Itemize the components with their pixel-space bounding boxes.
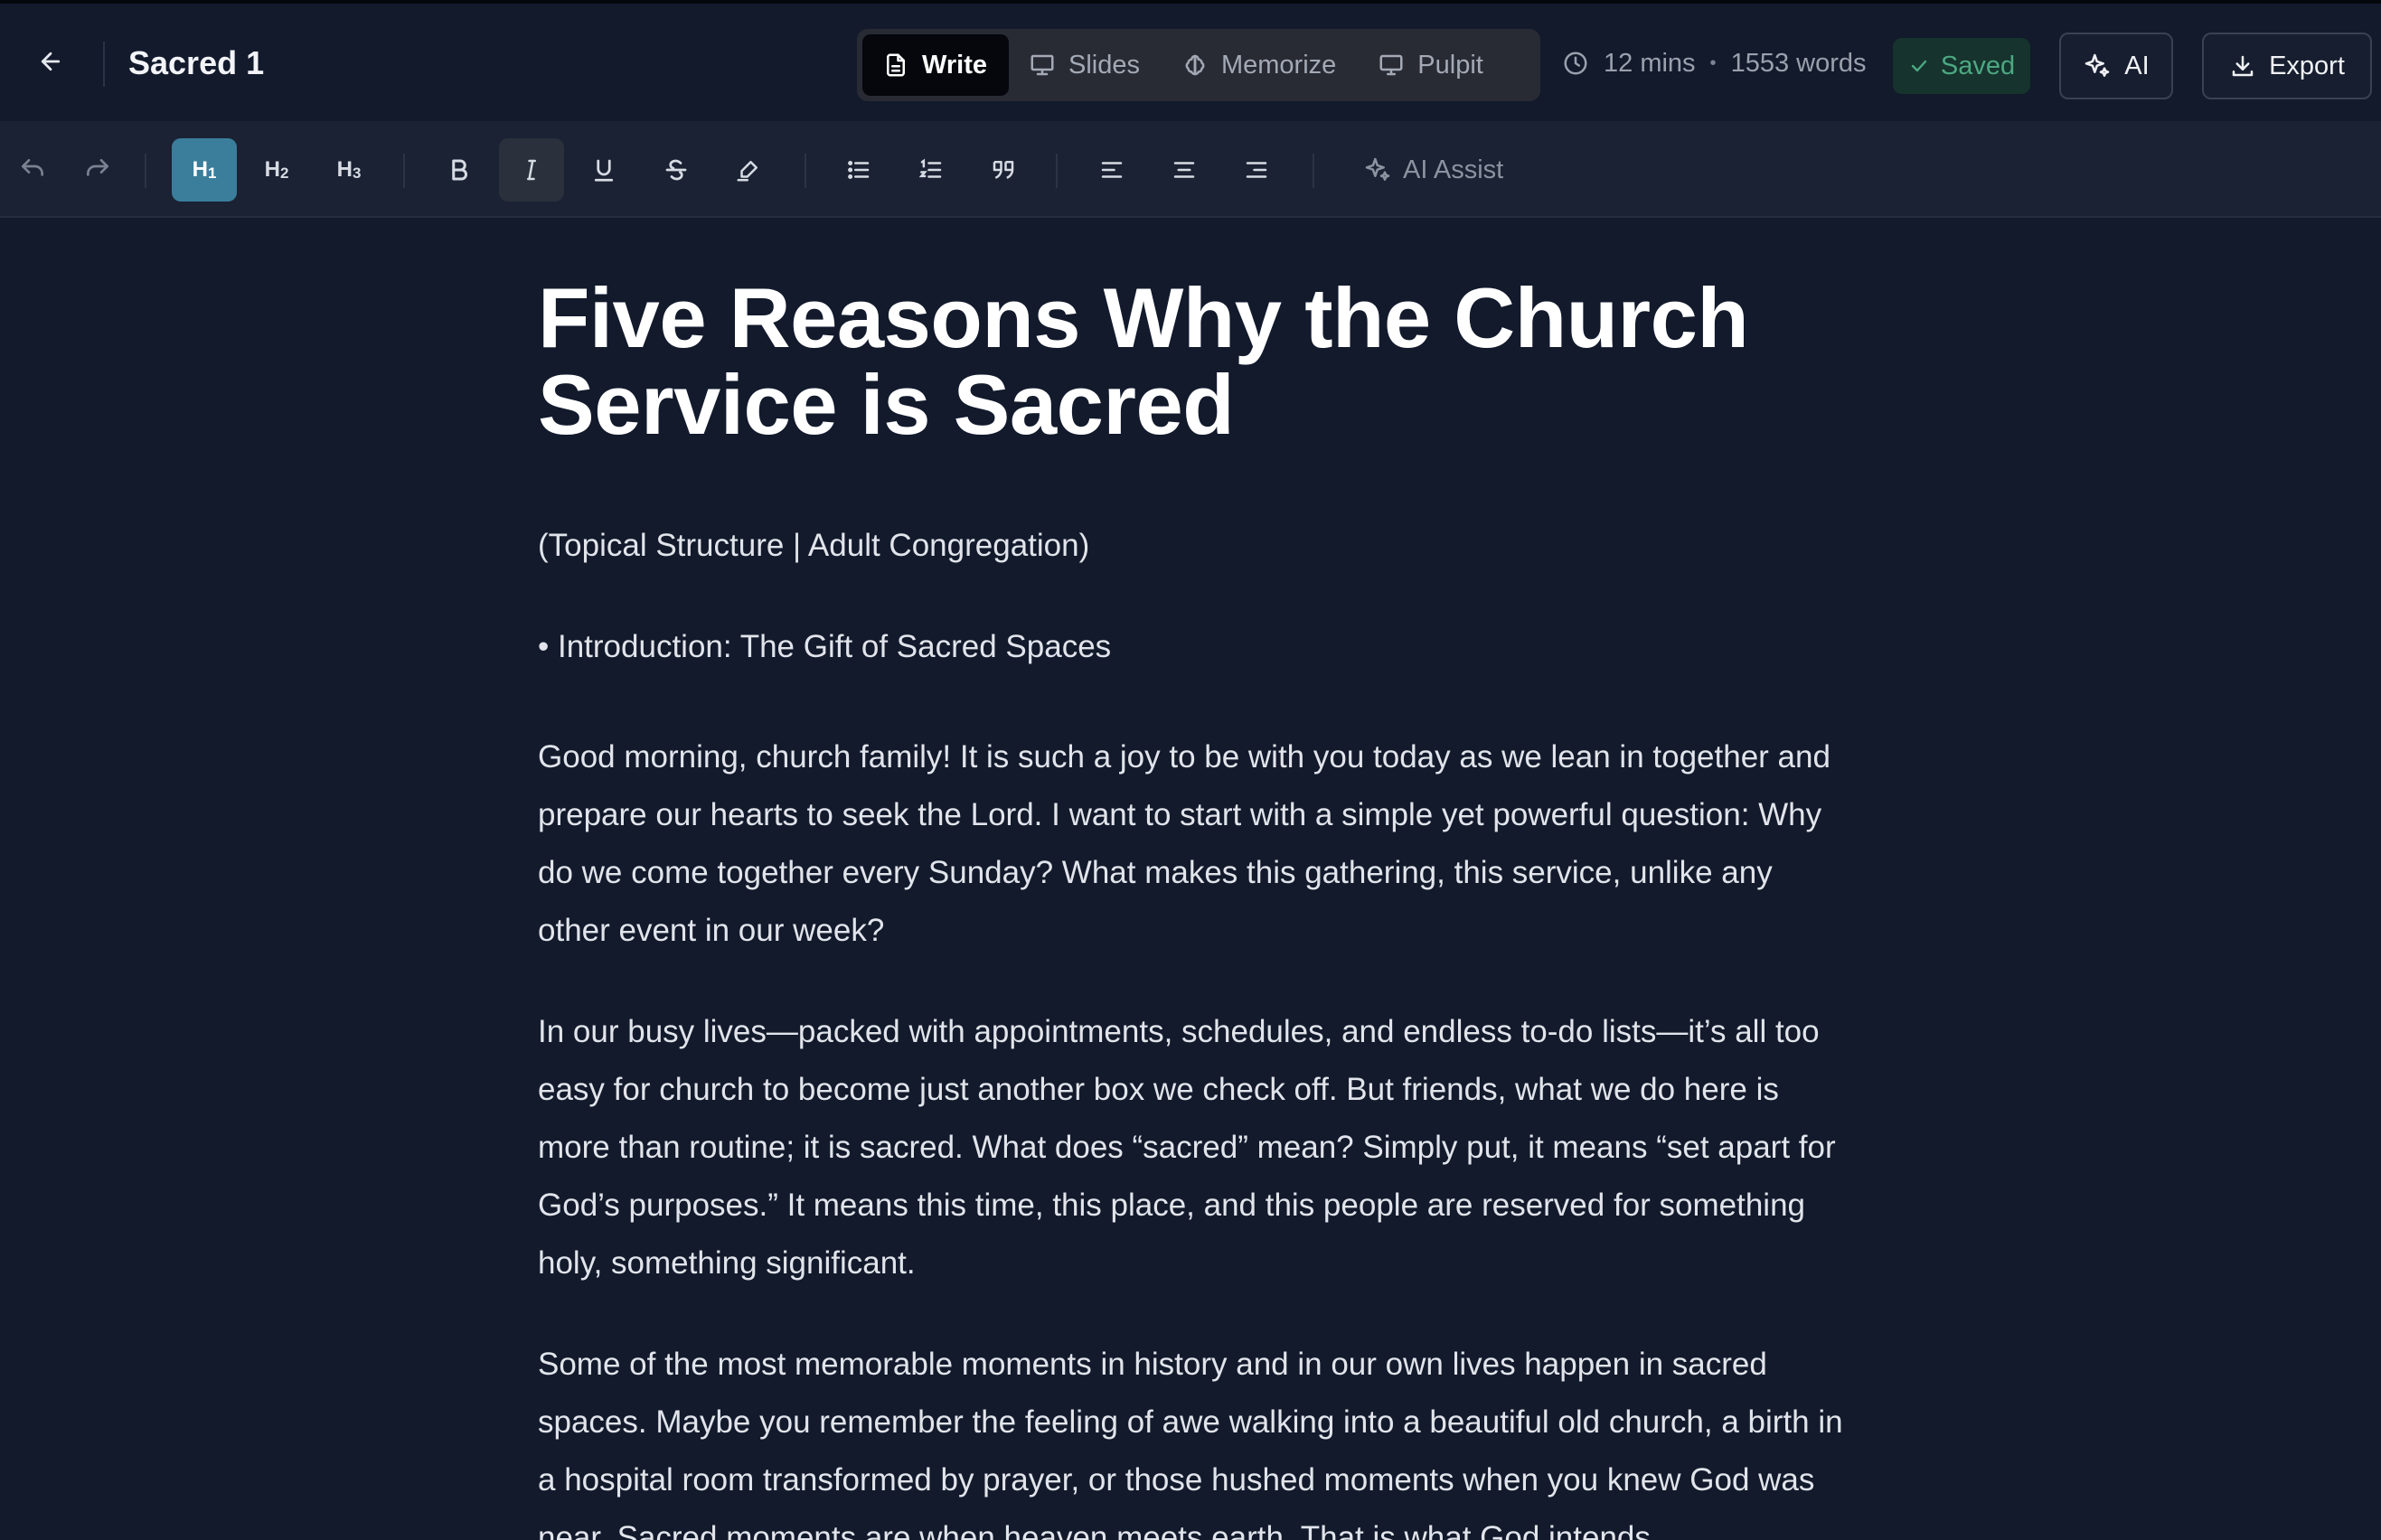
- quote-icon: [993, 161, 1014, 179]
- app-header: Sacred 1 Write Slides Memorize Pulpit 12…: [0, 4, 2381, 121]
- clock-icon: [1564, 52, 1587, 75]
- heading3-button[interactable]: H3: [316, 138, 381, 202]
- presentation-icon: [1031, 54, 1054, 76]
- strikethrough-button[interactable]: [644, 138, 709, 202]
- ai-assist-label: AI Assist: [1403, 155, 1504, 184]
- heading1-button[interactable]: H1: [172, 138, 237, 202]
- italic-button[interactable]: [499, 138, 564, 202]
- sparkles-icon: [1365, 157, 1390, 181]
- mode-memorize-button[interactable]: Memorize: [1162, 34, 1358, 96]
- document-subtitle[interactable]: (Topical Structure | Adult Congregation): [538, 524, 1849, 568]
- intro-bullet[interactable]: • Introduction: The Gift of Sacred Space…: [538, 625, 1849, 669]
- bullet-list-icon: [848, 161, 870, 179]
- header-divider: [103, 42, 105, 87]
- strikethrough-icon: [665, 159, 687, 181]
- heading2-label: H2: [264, 157, 289, 182]
- monitor-icon: [1379, 54, 1403, 76]
- arrow-left-icon: [41, 52, 61, 71]
- mode-slides-label: Slides: [1068, 50, 1140, 80]
- paragraph[interactable]: In our busy lives—packed with appointmen…: [538, 1003, 1849, 1292]
- mode-pulpit-label: Pulpit: [1417, 50, 1483, 80]
- undo-icon: [22, 159, 43, 176]
- brain-icon: [1185, 54, 1205, 76]
- download-icon: [2232, 55, 2254, 77]
- ai-assist-button[interactable]: AI Assist: [1356, 138, 1510, 202]
- redo-icon: [87, 159, 108, 176]
- read-time: 12 mins: [1604, 48, 1696, 78]
- toolbar-divider: [145, 154, 146, 188]
- mode-memorize-label: Memorize: [1220, 50, 1337, 80]
- toolbar-divider: [1313, 154, 1314, 188]
- check-icon: [1911, 60, 1927, 72]
- numbered-list-icon: [918, 158, 942, 178]
- align-left-icon: [1101, 162, 1123, 178]
- underline-icon: [594, 159, 614, 182]
- view-mode-switcher: Write Slides Memorize Pulpit: [857, 29, 1540, 101]
- bullet-list-button[interactable]: [826, 138, 891, 202]
- document-stats: 12 mins • 1553 words: [1562, 43, 1867, 83]
- toolbar-divider: [403, 154, 405, 188]
- highlighter-button[interactable]: [716, 138, 781, 202]
- paragraph[interactable]: Some of the most memorable moments in hi…: [538, 1336, 1849, 1540]
- saved-label: Saved: [1940, 51, 2016, 80]
- back-button[interactable]: [27, 38, 74, 85]
- italic-icon: [527, 159, 536, 181]
- paragraph[interactable]: Good morning, church family! It is such …: [538, 728, 1849, 960]
- export-button[interactable]: Export: [2202, 33, 2372, 99]
- align-right-button[interactable]: [1224, 138, 1289, 202]
- mode-write-label: Write: [922, 50, 987, 80]
- align-center-button[interactable]: [1152, 138, 1217, 202]
- bold-button[interactable]: [427, 138, 492, 202]
- blockquote-button[interactable]: [971, 138, 1036, 202]
- redo-button[interactable]: [65, 138, 130, 202]
- sparkles-icon: [2085, 53, 2110, 77]
- export-button-label: Export: [2269, 51, 2345, 80]
- document-icon: [887, 53, 905, 77]
- bold-icon: [452, 159, 467, 181]
- mode-pulpit-button[interactable]: Pulpit: [1358, 34, 1505, 96]
- stats-separator: •: [1709, 52, 1717, 73]
- document-title: Sacred 1: [128, 44, 265, 81]
- saved-status-badge: Saved: [1893, 38, 2030, 94]
- toolbar-divider: [1056, 154, 1058, 188]
- align-center-icon: [1173, 162, 1195, 178]
- heading1-label: H1: [192, 157, 217, 182]
- align-right-icon: [1246, 162, 1267, 178]
- editor-content[interactable]: Five Reasons Why the Church Service is S…: [538, 219, 1849, 1540]
- mode-slides-button[interactable]: Slides: [1009, 34, 1162, 96]
- toolbar-divider: [805, 154, 806, 188]
- undo-button[interactable]: [0, 138, 65, 202]
- ai-button-label: AI: [2124, 51, 2150, 80]
- document-heading[interactable]: Five Reasons Why the Church Service is S…: [538, 275, 1849, 448]
- word-count: 1553 words: [1730, 48, 1867, 78]
- ai-button[interactable]: AI: [2059, 33, 2173, 99]
- underline-button[interactable]: [571, 138, 636, 202]
- numbered-list-button[interactable]: [899, 138, 964, 202]
- heading3-label: H3: [336, 157, 362, 182]
- mode-write-button[interactable]: Write: [862, 34, 1009, 96]
- formatting-toolbar: H1 H2 H3 AI Assist: [0, 121, 2381, 218]
- highlighter-icon: [737, 161, 758, 182]
- heading2-button[interactable]: H2: [244, 138, 309, 202]
- align-left-button[interactable]: [1079, 138, 1144, 202]
